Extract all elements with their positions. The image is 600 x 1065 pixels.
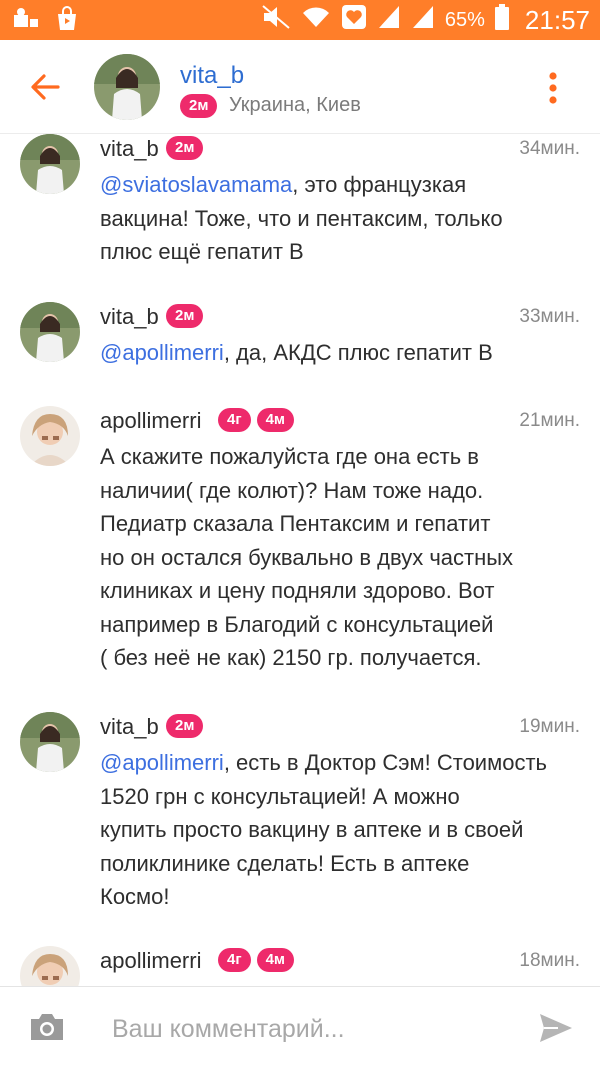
comment-author[interactable]: vita_b xyxy=(100,714,159,740)
comment-text: @apollimerri, да, АКДС плюс гепатит В xyxy=(100,336,580,370)
comment-timestamp: 18мин. xyxy=(519,950,580,971)
heart-icon xyxy=(341,4,367,36)
avatar[interactable] xyxy=(94,54,160,120)
comment-timestamp: 34мин. xyxy=(519,138,580,159)
comment-badges: 2м xyxy=(166,136,204,160)
more-vertical-icon xyxy=(549,72,557,104)
status-badge: 4м xyxy=(256,408,295,432)
comment-author[interactable]: apollimerri xyxy=(100,948,201,974)
mention-link[interactable]: @apollimerri xyxy=(100,750,224,775)
avatar[interactable] xyxy=(20,406,80,466)
comment-text: @apollimerri, есть в Доктор Сэм! Стоимос… xyxy=(100,746,580,914)
camera-button[interactable] xyxy=(28,1011,66,1043)
status-badge: 2м xyxy=(180,94,218,118)
comment-body: А скажите пожалуйста где она есть в нали… xyxy=(100,444,514,670)
avatar[interactable] xyxy=(20,946,80,986)
comment-text: А скажите пожалуйста где она есть в нали… xyxy=(100,440,580,675)
comment-text: @sviatoslavamama, это французкая вакцина… xyxy=(100,168,580,269)
mute-icon xyxy=(261,4,291,36)
comment-badges: 4г 4м xyxy=(218,948,295,972)
signal-icon xyxy=(411,4,435,36)
comment-input[interactable] xyxy=(112,1009,492,1049)
shop-icon xyxy=(54,6,80,37)
status-badge: 4г xyxy=(218,408,251,432)
menu-button[interactable] xyxy=(538,70,568,106)
status-badge: 4м xyxy=(256,948,295,972)
status-badge: 2м xyxy=(166,714,204,738)
status-badge: 2м xyxy=(166,304,204,328)
comment-badges: 2м xyxy=(166,714,204,738)
battery-percent: 65% xyxy=(444,8,485,31)
avatar[interactable] xyxy=(20,302,80,362)
send-icon xyxy=(540,1014,572,1042)
status-bar: 65% 21:57 xyxy=(0,0,600,40)
comment-author[interactable]: apollimerri xyxy=(100,408,201,434)
comment-body: , да, АКДС плюс гепатит В xyxy=(223,340,493,365)
comment-badges: 2м xyxy=(166,304,204,328)
battery-icon xyxy=(494,4,509,36)
profile-name[interactable]: vita_b xyxy=(180,62,244,90)
avatar[interactable] xyxy=(20,134,80,194)
profile-location: Украина, Киев xyxy=(229,94,361,116)
signal-icon xyxy=(377,4,401,36)
comment-badges: 4г 4м xyxy=(218,408,295,432)
status-badge: 4г xyxy=(218,948,251,972)
notification-icon xyxy=(12,7,40,36)
mention-link[interactable]: @sviatoslavamama xyxy=(100,172,292,197)
avatar[interactable] xyxy=(20,712,80,772)
chat-header: vita_b 2м Украина, Киев xyxy=(0,40,600,134)
camera-icon xyxy=(31,1014,63,1040)
arrow-left-icon xyxy=(31,74,60,100)
comment-item: apollimerri 4г 4м 18мин. xyxy=(0,946,600,986)
status-badge: 2м xyxy=(166,136,204,160)
mention-link[interactable]: @apollimerri xyxy=(100,340,224,365)
comment-author[interactable]: vita_b xyxy=(100,136,159,162)
comment-author[interactable]: vita_b xyxy=(100,304,159,330)
comment-timestamp: 19мин. xyxy=(519,716,580,737)
comment-timestamp: 21мин. xyxy=(519,410,580,431)
send-button[interactable] xyxy=(538,1011,574,1045)
wifi-icon xyxy=(301,5,331,35)
comment-composer xyxy=(0,986,600,1065)
back-button[interactable] xyxy=(26,68,64,106)
comment-timestamp: 33мин. xyxy=(519,306,580,327)
clock: 21:57 xyxy=(524,4,590,35)
